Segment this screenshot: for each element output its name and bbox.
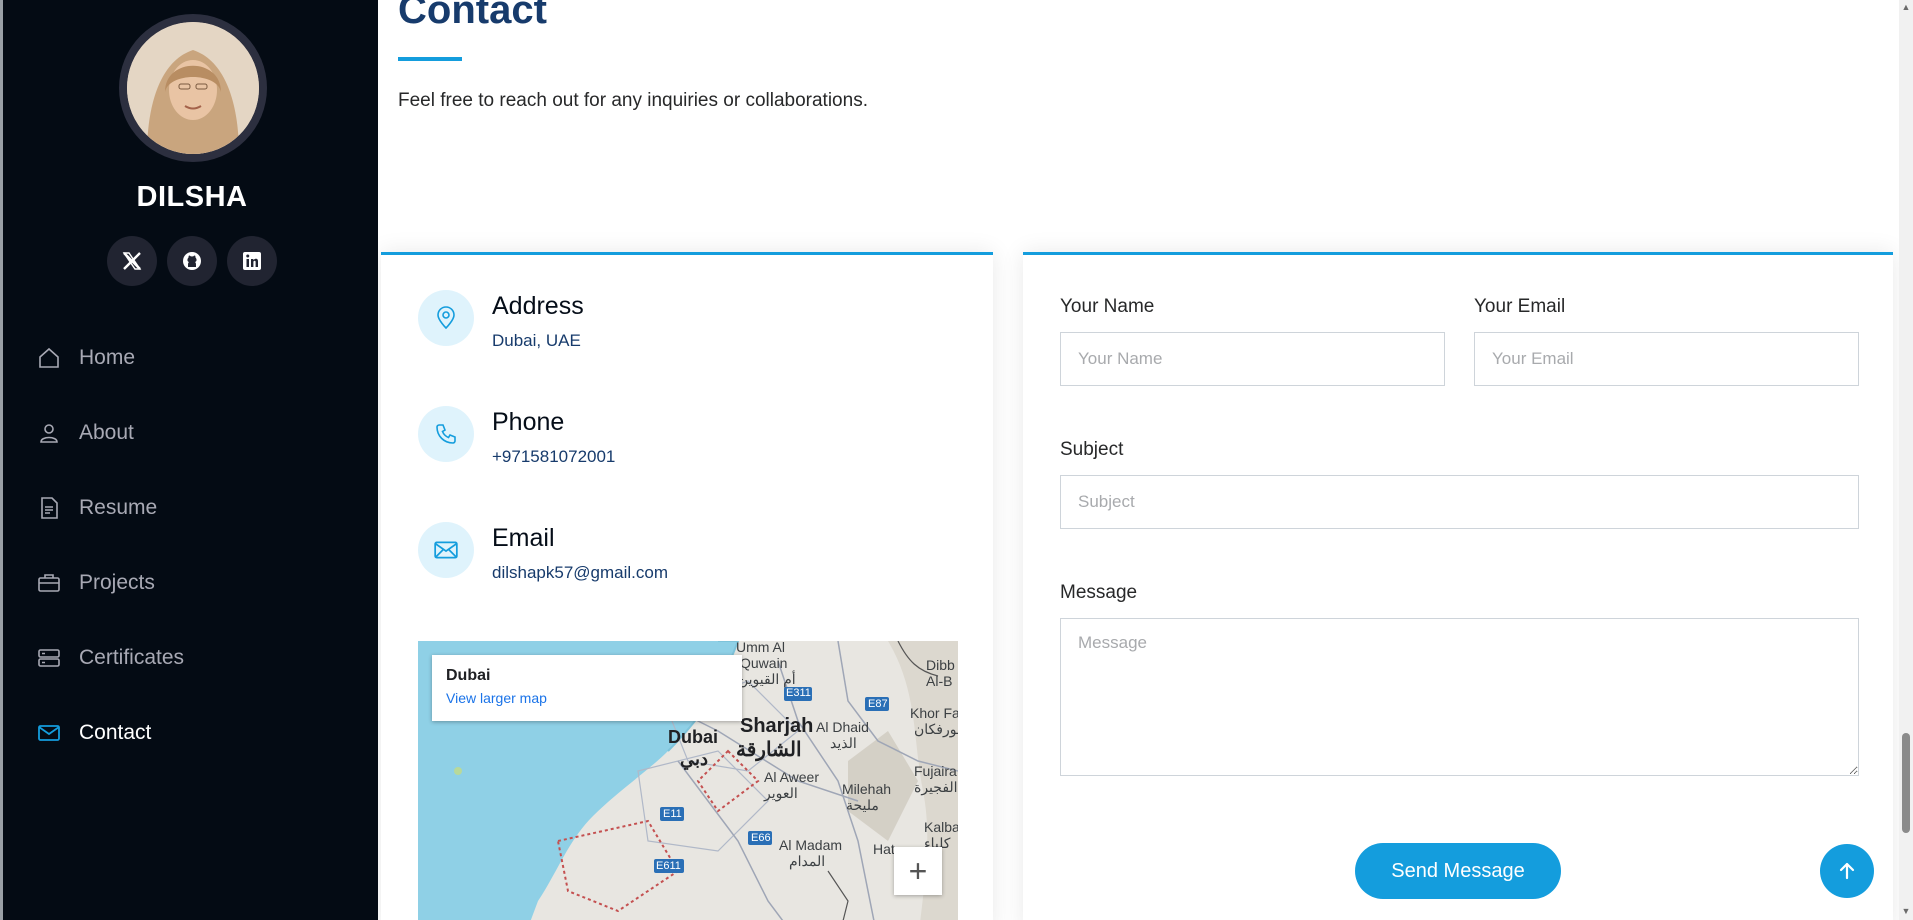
phone-value: +971581072001 xyxy=(492,447,616,466)
main-content: Contact Feel free to reach out for any i… xyxy=(378,0,1903,920)
map-label-sharjah-ar: الشارقة xyxy=(736,739,802,761)
map-label-dibba-2: Al-B xyxy=(926,673,953,689)
profile-photo xyxy=(127,22,259,154)
map-label-e66: E66 xyxy=(751,832,771,844)
avatar xyxy=(127,22,259,154)
phone-row: Phone +971581072001 xyxy=(418,406,615,467)
map-label-umm-al-quwain: Umm Al xyxy=(736,641,785,655)
scrollbar-thumb[interactable] xyxy=(1902,733,1910,833)
email-input[interactable] xyxy=(1474,332,1859,386)
map-label-e87: E87 xyxy=(868,698,888,710)
subject-label: Subject xyxy=(1060,439,1124,460)
server-icon xyxy=(35,644,63,672)
map-label-khor-fakkan-ar: خورفكان xyxy=(914,721,958,737)
map-label-umm-al-quwain-ar: أم القيوين xyxy=(738,671,796,687)
address-row: Address Dubai, UAE xyxy=(418,290,584,351)
map-label-hatta: Hat xyxy=(873,841,895,857)
map-label-e11: E11 xyxy=(663,808,682,820)
nav-label: Home xyxy=(79,345,136,369)
map-place-title: Dubai xyxy=(446,667,491,684)
back-to-top-button[interactable] xyxy=(1820,844,1874,898)
arrow-up-icon xyxy=(1839,862,1855,880)
contact-info-card: Address Dubai, UAE Phone +971581072001 E… xyxy=(381,252,993,920)
map-zoom-in-button[interactable]: + xyxy=(894,847,942,895)
x-twitter-icon[interactable] xyxy=(107,236,157,286)
envelope-icon xyxy=(35,719,63,747)
nav-label: Contact xyxy=(79,720,152,744)
phone-icon xyxy=(418,406,474,462)
social-links xyxy=(3,236,381,286)
map-label-fujairah: Fujaira xyxy=(914,763,957,779)
email-label: Email xyxy=(492,524,555,552)
map-label-e611: E611 xyxy=(656,860,681,872)
phone-label: Phone xyxy=(492,408,565,436)
nav-label: Projects xyxy=(79,570,155,594)
nav-item-about[interactable]: About xyxy=(35,395,184,470)
envelope-icon xyxy=(418,522,474,578)
nav-item-home[interactable]: Home xyxy=(35,320,184,395)
map-label-milehah: Milehah xyxy=(842,781,892,797)
nav-label: Resume xyxy=(79,495,158,519)
message-textarea[interactable] xyxy=(1060,618,1859,776)
google-map[interactable]: Umm Al Quwain أم القيوين Dibb Al-B E311 … xyxy=(418,641,958,920)
map-label-al-aweer: Al Aweer xyxy=(764,769,819,785)
nav-item-projects[interactable]: Projects xyxy=(35,545,184,620)
map-label-dubai: Dubai xyxy=(668,727,719,747)
scroll-down-arrow-icon[interactable]: ▼ xyxy=(1901,906,1911,916)
map-info-box: Dubai View larger map xyxy=(432,655,742,721)
name-label: Your Name xyxy=(1060,296,1155,317)
map-label-sharjah: Sharjah xyxy=(740,715,814,737)
nav-item-contact[interactable]: Contact xyxy=(35,695,184,770)
file-text-icon xyxy=(35,494,63,522)
map-label-al-aweer-ar: العوير xyxy=(764,785,798,801)
address-label: Address xyxy=(492,292,584,320)
view-larger-map-link[interactable]: View larger map xyxy=(446,690,728,706)
person-icon xyxy=(35,419,63,447)
message-label: Message xyxy=(1060,582,1138,603)
map-label-al-madam: Al Madam xyxy=(779,837,843,853)
email-row: Email dilshapk57@gmail.com xyxy=(418,522,668,583)
scroll-up-arrow-icon[interactable]: ▲ xyxy=(1901,2,1911,12)
profile-name: DILSHA xyxy=(136,181,248,213)
map-pin-icon xyxy=(418,290,474,346)
section-intro: Feel free to reach out for any inquiries… xyxy=(398,90,868,111)
send-message-button[interactable]: Send Message xyxy=(1355,843,1561,899)
email-field-label: Your Email xyxy=(1474,296,1566,317)
map-label-kalba: Kalba xyxy=(924,819,958,835)
contact-form-card: Your Name Your Email Subject Message Sen… xyxy=(1023,252,1893,920)
name-input[interactable] xyxy=(1060,332,1445,386)
briefcase-icon xyxy=(35,569,63,597)
nav-label: About xyxy=(79,420,134,444)
email-value[interactable]: dilshapk57@gmail.com xyxy=(492,563,668,583)
github-icon[interactable] xyxy=(167,236,217,286)
map-label-al-dhaid-ar: الذيد xyxy=(830,735,857,751)
nav-item-certificates[interactable]: Certificates xyxy=(35,620,184,695)
title-underline xyxy=(398,57,462,61)
linkedin-icon[interactable] xyxy=(227,236,277,286)
page-scrollbar[interactable]: ▲ ▼ xyxy=(1899,0,1913,920)
map-label-al-madam-ar: المدام xyxy=(789,853,826,869)
main-nav: Home About Resume Projects Certificates xyxy=(35,320,184,770)
address-value: Dubai, UAE xyxy=(492,331,581,350)
map-label-umm-al-quwain-2: Quwain xyxy=(740,655,788,671)
map-label-dubai-ar: دبي xyxy=(680,749,709,769)
map-label-dibba: Dibb xyxy=(926,657,955,673)
map-label-khor-fakkan: Khor Fak xyxy=(910,705,958,721)
avatar-frame xyxy=(119,14,267,162)
sidebar: DILSHA Home About Resume Projects Certif… xyxy=(0,0,378,920)
house-icon xyxy=(35,344,63,372)
map-label-e311: E311 xyxy=(786,687,811,699)
section-title: Contact xyxy=(398,0,547,32)
map-label-al-dhaid: Al Dhaid xyxy=(816,719,869,735)
nav-item-resume[interactable]: Resume xyxy=(35,470,184,545)
map-label-milehah-ar: مليحة xyxy=(846,797,879,813)
map-label-fujairah-ar: الفجيرة xyxy=(914,779,958,795)
subject-input[interactable] xyxy=(1060,475,1859,529)
nav-label: Certificates xyxy=(79,645,185,669)
